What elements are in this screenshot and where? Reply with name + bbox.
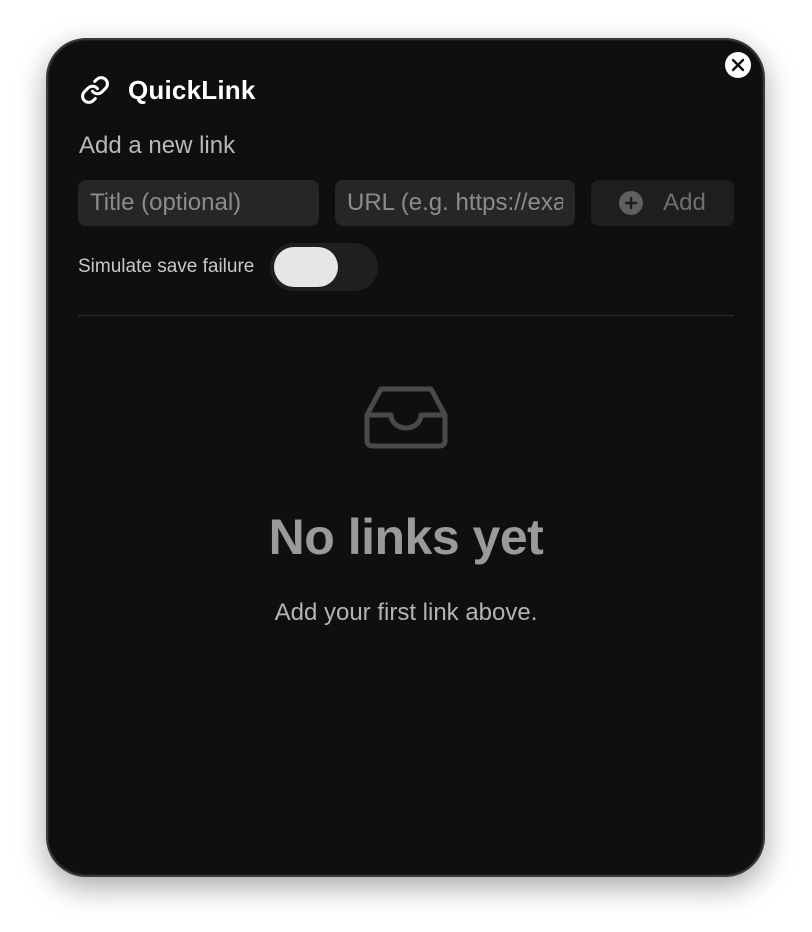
- save-failure-toggle[interactable]: [270, 243, 379, 291]
- empty-state-subtitle: Add your first link above.: [274, 599, 538, 626]
- title-input[interactable]: [78, 180, 319, 226]
- close-icon: [731, 58, 745, 72]
- add-button[interactable]: Add: [591, 180, 734, 226]
- link-icon: [81, 76, 109, 104]
- app-header: QuickLink: [80, 72, 256, 108]
- inbox-icon: [364, 386, 448, 449]
- divider: [78, 315, 734, 316]
- toggle-knob: [274, 247, 339, 287]
- app-title: QuickLink: [128, 74, 256, 105]
- add-button-label: Add: [663, 189, 706, 216]
- close-button[interactable]: [725, 52, 751, 78]
- plus-circle-icon: [619, 191, 644, 215]
- empty-state-title: No links yet: [268, 509, 544, 565]
- url-input[interactable]: [335, 180, 575, 226]
- save-failure-toggle-label: Simulate save failure: [78, 256, 255, 277]
- save-failure-toggle-row: Simulate save failure: [78, 243, 379, 291]
- add-link-heading: Add a new link: [79, 132, 236, 159]
- quicklink-window: [46, 38, 765, 877]
